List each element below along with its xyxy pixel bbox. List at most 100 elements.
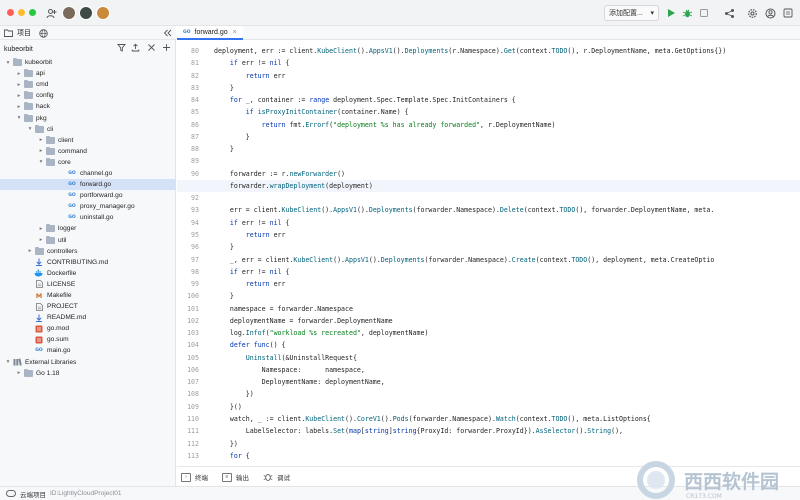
tree-item[interactable]: ▾ kubeorbit <box>0 57 176 68</box>
debug-tool[interactable]: 调试 <box>263 472 290 482</box>
tab-project[interactable]: 项目 <box>17 28 31 38</box>
run-configuration-dropdown[interactable]: 添加配置... ▾ <box>604 5 659 21</box>
code-line[interactable]: }) <box>214 438 800 450</box>
code-line[interactable]: deployment, err := client.KubeClient().A… <box>214 45 800 57</box>
code-line[interactable]: } <box>214 82 800 94</box>
tree-item[interactable]: M Makefile <box>0 290 176 301</box>
chevron-down-icon[interactable]: ▾ <box>37 159 45 165</box>
code-line[interactable]: } <box>214 241 800 253</box>
debug-icon[interactable] <box>680 6 694 20</box>
tree-item[interactable]: ▸ config <box>0 90 176 101</box>
code-line[interactable]: watch, _ := client.KubeClient().CoreV1()… <box>214 413 800 425</box>
project-icon[interactable] <box>3 28 13 38</box>
chevron-right-icon[interactable]: ▸ <box>37 137 45 143</box>
tree-item[interactable]: GO channel.go <box>0 168 176 179</box>
collapse-panel-icon[interactable] <box>162 28 172 38</box>
code-line[interactable] <box>214 192 800 204</box>
tree-item[interactable]: GO forward.go <box>0 179 176 191</box>
code-line[interactable]: if isProxyInitContainer(container.Name) … <box>214 106 800 118</box>
code-line[interactable]: if err != nil { <box>214 217 800 229</box>
code-line[interactable]: return fmt.Errorf("deployment %s has alr… <box>214 119 800 131</box>
overflow-menu-icon[interactable] <box>781 6 795 20</box>
code-line[interactable]: DeploymentName: deploymentName, <box>214 376 800 388</box>
stop-icon[interactable] <box>697 6 711 20</box>
collaborator-avatar[interactable] <box>79 6 93 20</box>
tree-item[interactable]: LICENSE <box>0 279 176 290</box>
code-line[interactable]: _, err = client.KubeClient().AppsV1().De… <box>214 254 800 266</box>
tree-item[interactable]: ▸ cmd <box>0 79 176 90</box>
chevron-right-icon[interactable]: ▸ <box>37 237 45 243</box>
tree-item[interactable]: GO uninstall.go <box>0 212 176 223</box>
close-icon[interactable] <box>146 42 156 52</box>
chevron-down-icon[interactable]: ▾ <box>15 115 23 121</box>
tree-item[interactable]: PROJECT <box>0 301 176 312</box>
output-tool[interactable]: ≡ 输出 <box>222 472 249 482</box>
code-line[interactable]: err = client.KubeClient().AppsV1().Deplo… <box>214 204 800 216</box>
tree-item[interactable]: ▾ External Libraries <box>0 357 176 368</box>
code-line[interactable]: return err <box>214 70 800 82</box>
tree-item[interactable]: ▾ cli <box>0 124 176 135</box>
terminal-tool[interactable]: › 终端 <box>181 472 208 482</box>
filter-icon[interactable] <box>116 42 126 52</box>
tree-item[interactable]: CONTRIBUTING.md <box>0 257 176 268</box>
code-line[interactable]: }() <box>214 401 800 413</box>
run-icon[interactable] <box>664 6 678 20</box>
tree-item[interactable]: GO portforward.go <box>0 190 176 201</box>
code-line[interactable]: forwarder := r.newForwarder() <box>214 168 800 180</box>
code-line[interactable]: defer func() { <box>214 339 800 351</box>
code-line[interactable]: } <box>214 290 800 302</box>
code-line[interactable]: return err <box>214 278 800 290</box>
window-close-button[interactable] <box>7 9 14 16</box>
chevron-down-icon[interactable]: ▾ <box>26 126 34 132</box>
chevron-right-icon[interactable]: ▸ <box>26 248 34 254</box>
chevron-down-icon[interactable]: ▾ <box>4 359 12 365</box>
tree-item[interactable]: ▸ Go 1.18 <box>0 368 176 379</box>
code-line[interactable]: namespace = forwarder.Namespace <box>214 303 800 315</box>
chevron-right-icon[interactable]: ▸ <box>15 370 23 376</box>
tree-item[interactable]: README.md <box>0 312 176 323</box>
code-line[interactable]: } <box>214 143 800 155</box>
close-tab-icon[interactable]: × <box>233 29 237 36</box>
code-line[interactable]: Uninstall(&UninstallRequest{ <box>214 352 800 364</box>
code-line[interactable]: for _, container := range deployment.Spe… <box>214 94 800 106</box>
code-editor[interactable]: 8081828384858687888990919293949596979899… <box>177 40 800 466</box>
tree-item[interactable]: Dockerfile <box>0 268 176 279</box>
code-line[interactable]: } <box>214 131 800 143</box>
account-icon[interactable] <box>763 6 777 20</box>
chevron-right-icon[interactable]: ▸ <box>15 93 23 99</box>
code-line[interactable]: forwarder.wrapDeployment(deployment) <box>177 179 800 193</box>
globe-icon[interactable] <box>38 28 48 38</box>
tree-item[interactable]: go.mod <box>0 323 176 334</box>
tree-item[interactable]: ▸ api <box>0 68 176 79</box>
chevron-right-icon[interactable]: ▸ <box>15 71 23 77</box>
tree-item[interactable]: ▸ util <box>0 235 176 246</box>
chevron-right-icon[interactable]: ▸ <box>15 104 23 110</box>
code-line[interactable]: Namespace: namespace, <box>214 364 800 376</box>
add-user-icon[interactable] <box>44 6 58 20</box>
code-line[interactable]: }) <box>214 388 800 400</box>
chevron-down-icon[interactable]: ▾ <box>4 60 12 66</box>
tree-item[interactable]: GO main.go <box>0 345 176 356</box>
tab-forward-go[interactable]: GO forward.go × <box>177 26 243 40</box>
chevron-right-icon[interactable]: ▸ <box>15 82 23 88</box>
chevron-right-icon[interactable]: ▸ <box>37 148 45 154</box>
tree-item[interactable]: ▾ pkg <box>0 112 176 123</box>
code-line[interactable]: if err != nil { <box>214 266 800 278</box>
tree-item[interactable]: GO proxy_manager.go <box>0 201 176 212</box>
tree-item[interactable]: ▸ client <box>0 135 176 146</box>
tree-item[interactable]: go.sum <box>0 334 176 345</box>
chevron-right-icon[interactable]: ▸ <box>37 226 45 232</box>
code-line[interactable]: if err != nil { <box>214 57 800 69</box>
upload-icon[interactable] <box>130 42 140 52</box>
code-line[interactable]: deploymentName = forwarder.DeploymentNam… <box>214 315 800 327</box>
collaborator-avatar[interactable] <box>96 6 110 20</box>
collaborator-avatar[interactable] <box>62 6 76 20</box>
settings-icon[interactable] <box>745 6 759 20</box>
tree-item[interactable]: ▸ command <box>0 146 176 157</box>
add-icon[interactable] <box>161 42 171 52</box>
tree-item[interactable]: ▾ core <box>0 157 176 168</box>
code-line[interactable]: log.Infof("workload %s recreated", deplo… <box>214 327 800 339</box>
share-icon[interactable] <box>722 6 736 20</box>
tree-item[interactable]: ▸ controllers <box>0 246 176 257</box>
tree-item[interactable]: ▸ hack <box>0 101 176 112</box>
